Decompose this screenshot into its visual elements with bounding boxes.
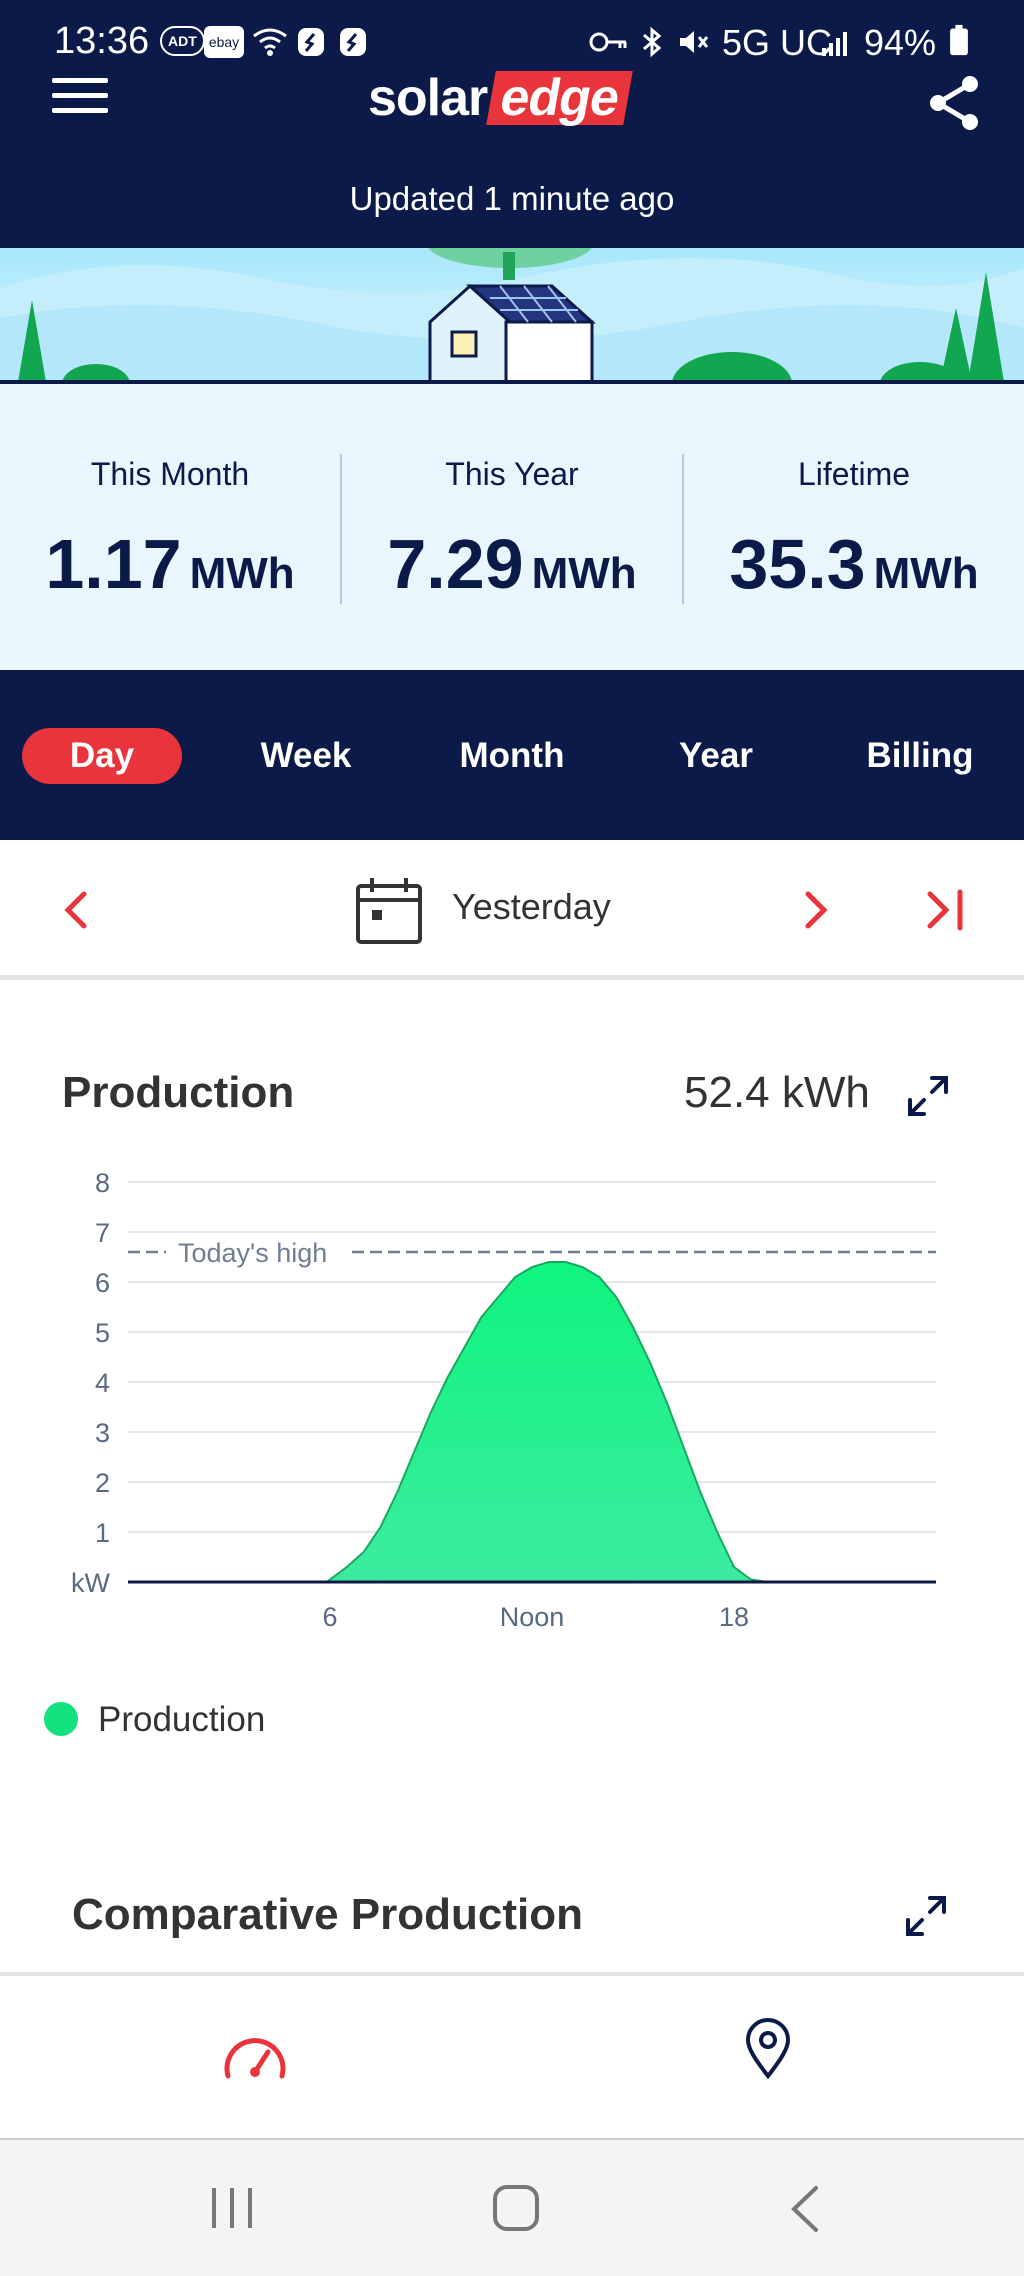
y-tick-label: 4 [95,1368,110,1398]
battery-icon [950,24,968,56]
stat-unit: MWh [189,549,295,598]
ebay-icon: ebay [204,26,244,58]
y-tick-label: 5 [95,1318,110,1348]
back-icon[interactable] [788,2184,822,2234]
stat-label: Lifetime [797,456,911,492]
stat-label: This Year [445,456,579,492]
wifi-calling-icon [253,28,287,56]
x-tick-label: 18 [719,1602,749,1632]
production-total: 52.4 kWh [684,1068,870,1117]
status-bar: 13:36 ADT ebay 5G UC 94% [0,0,1024,76]
mute-icon [680,31,709,53]
next-day-button[interactable] [796,888,836,932]
production-area [128,1262,936,1582]
tab-week[interactable]: Week [226,728,386,784]
y-tick-label: 3 [95,1418,110,1448]
jump-to-latest-button[interactable] [924,888,968,932]
date-navigator: Yesterday [0,840,1024,980]
hamburger-menu-icon[interactable] [52,76,108,116]
production-title: Production [62,1068,295,1117]
shazam-icon [298,28,324,56]
bottom-navigation [0,1972,1024,2138]
solaredge-logo: solar edge [368,68,634,128]
stat-this-year: This Year 7.29 MWh [342,384,682,670]
expand-icon[interactable] [906,1074,950,1118]
shazam-icon [340,28,366,56]
stat-label: This Month [90,456,250,492]
recent-apps-icon[interactable] [208,2186,256,2230]
bluetooth-icon [643,26,662,58]
location-pin-icon[interactable] [744,2018,792,2080]
share-icon[interactable] [926,74,984,132]
signal-icon [822,32,847,56]
house-illustration [0,248,1024,384]
tab-billing[interactable]: Billing [840,728,1000,784]
time-range-tabs: Day Week Month Year Billing [0,670,1024,840]
app-header: solar edge Updated 1 minute ago [0,69,1024,248]
network-type: 5G UC [722,22,833,63]
updated-timestamp: Updated 1 minute ago [349,180,675,217]
x-tick-label: 6 [322,1602,337,1632]
legend-label: Production [98,1700,266,1739]
x-tick-label: Noon [500,1602,565,1632]
todays-high-label: Today's high [178,1238,327,1268]
stat-unit: MWh [531,549,637,598]
stat-this-month: This Month 1.17 MWh [0,384,340,670]
previous-day-button[interactable] [56,888,96,932]
legend-color-dot [44,1702,78,1736]
expand-icon[interactable] [904,1894,948,1938]
y-tick-label: 1 [95,1518,110,1548]
y-tick-label: 6 [95,1268,110,1298]
calendar-icon[interactable] [354,876,424,946]
stat-lifetime: Lifetime 35.3 MWh [684,384,1024,670]
tab-year[interactable]: Year [636,728,796,784]
status-time: 13:36 [54,20,150,62]
tab-day[interactable]: Day [22,728,182,784]
selected-date-label[interactable]: Yesterday [452,886,611,928]
stat-value: 1.17 [45,525,182,603]
battery-percent: 94% [864,22,937,63]
production-chart: Today's high 1 2 3 4 5 6 7 8 kW 6 Noon 18 [71,1168,936,1632]
tab-month[interactable]: Month [432,728,592,784]
y-tick-label: 8 [95,1168,110,1198]
y-unit-label: kW [71,1568,111,1598]
home-icon[interactable] [492,2184,540,2232]
energy-stats-panel: This Month 1.17 MWh This Year 7.29 MWh Lif… [0,384,1024,670]
comparative-production-title: Comparative Production [72,1890,583,1939]
dashboard-gauge-icon[interactable] [222,2030,288,2086]
stat-value: 35.3 [729,525,866,603]
adt-icon: ADT [160,26,205,56]
y-tick-label: 2 [95,1468,110,1498]
stat-value: 7.29 [387,525,524,603]
system-navigation-bar [0,2138,1024,2276]
vpn-key-icon [589,32,627,52]
y-tick-label: 7 [95,1218,110,1248]
stat-unit: MWh [873,549,979,598]
